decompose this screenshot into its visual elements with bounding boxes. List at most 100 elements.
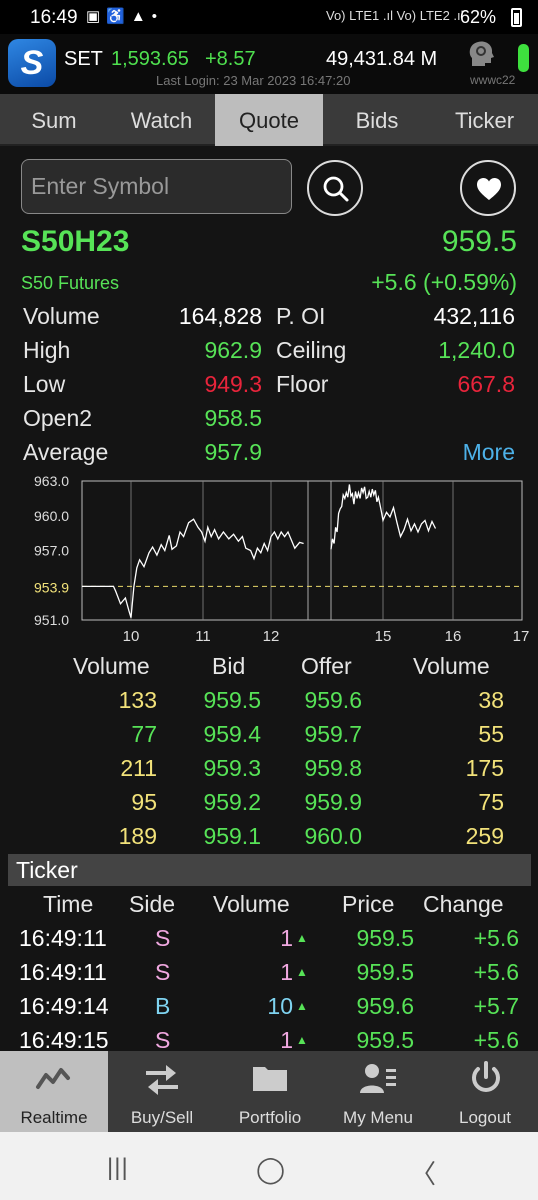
favorite-button[interactable] [460, 160, 516, 216]
warning-icon: ▲ [130, 8, 152, 25]
image-icon: ▣ [86, 8, 107, 25]
ticker-section-title: Ticker [8, 854, 531, 886]
quote-last-price: 959.5 [441, 225, 517, 258]
nav-buy-sell[interactable]: Buy/Sell [108, 1051, 216, 1132]
system-navigation-bar: ||| ◯ 〈 [0, 1132, 538, 1200]
bid-volume-cell: 133 [118, 687, 157, 713]
index-name: SET [64, 48, 103, 70]
tab-sum[interactable]: Sum [0, 94, 108, 146]
app-header: S SET 1,593.65 +8.57 49,431.84 M Last Lo… [0, 34, 538, 94]
floor-label: Floor [276, 371, 329, 397]
nav-realtime-label: Realtime [20, 1108, 88, 1127]
ticker-volume-cell: 10 [267, 993, 293, 1019]
ticker-volume-cell: 1 [280, 925, 293, 951]
nav-portfolio-label: Portfolio [238, 1108, 302, 1127]
offer-volume-cell: 259 [465, 823, 504, 849]
x-tick-label: 15 [375, 628, 392, 645]
app-logo: S [8, 39, 56, 87]
ticker-price-cell: 959.5 [356, 959, 414, 985]
notification-icons: ▣♿▲• [86, 7, 163, 25]
bid-volume-cell: 95 [131, 789, 157, 815]
power-icon [472, 1061, 500, 1092]
battery-icon [511, 8, 522, 27]
username: wwwc22 [470, 73, 516, 87]
bid-header: Bid [212, 653, 246, 679]
nav-logout[interactable]: Logout [432, 1051, 538, 1132]
low-label: Low [23, 371, 66, 397]
heart-icon [477, 178, 501, 200]
bottom-navigation: Realtime Buy/Sell Portfolio My Menu Logo… [0, 1051, 538, 1132]
average-value: 957.9 [204, 439, 262, 465]
user-head-icon[interactable] [466, 40, 496, 68]
symbol-input[interactable] [21, 159, 292, 214]
index-change: +8.57 [205, 48, 256, 70]
bid-price-cell: 959.1 [203, 823, 261, 849]
prior-close-label: 953.9 [34, 579, 69, 595]
ticker-volume-cell: 1 [280, 1027, 293, 1053]
ticker-volume-cell: 1 [280, 959, 293, 985]
tab-bids[interactable]: Bids [323, 94, 431, 146]
y-tick-label: 951.0 [34, 612, 69, 628]
open2-label: Open2 [23, 405, 93, 431]
tab-ticker[interactable]: Ticker [431, 94, 538, 146]
volume-label: Volume [23, 303, 100, 329]
nav-my-menu-label: My Menu [343, 1108, 413, 1127]
ticker-price-cell: 959.5 [356, 925, 414, 951]
main-tabs: Sum Watch Quote Bids Ticker [0, 94, 538, 146]
y-tick-label: 960.0 [34, 508, 69, 524]
ticker-price-cell: 959.6 [356, 993, 414, 1019]
recents-button[interactable]: ||| [107, 1154, 129, 1182]
nav-my-menu[interactable]: My Menu [324, 1051, 432, 1132]
bid-price-cell: 959.4 [203, 721, 261, 747]
search-button[interactable] [307, 160, 363, 216]
ticker-volume-header: Volume [213, 891, 290, 917]
user-menu-icon [360, 1064, 396, 1093]
price-series-line [82, 518, 304, 618]
index-value: 1,593.65 [111, 48, 189, 70]
chart-frame [81, 480, 523, 621]
ticker-up-arrow-icon: ▲ [296, 1033, 308, 1047]
x-tick-label: 16 [445, 628, 462, 645]
network-indicators: Vo) LTE1 .ıl Vo) LTE2 .ıl [326, 8, 464, 23]
status-time: 16:49 [30, 7, 78, 28]
poi-label: P. OI [276, 303, 326, 329]
bid-price-cell: 959.5 [203, 687, 261, 713]
nav-realtime[interactable]: Realtime [0, 1051, 108, 1132]
x-tick-label: 11 [195, 628, 211, 645]
offer-volume-cell: 75 [478, 789, 504, 815]
ticker-change-header: Change [423, 891, 504, 917]
ticker-side-cell: B [155, 993, 171, 1019]
volume-value: 164,828 [178, 303, 262, 329]
last-login: Last Login: 23 Mar 2023 16:47:20 [156, 73, 351, 88]
ticker-time-header: Time [43, 891, 94, 917]
offer-price-cell: 959.7 [304, 721, 362, 747]
search-icon [323, 176, 349, 202]
back-button[interactable]: 〈 [410, 1154, 436, 1191]
x-tick-label: 10 [123, 628, 140, 645]
x-tick-label: 17 [513, 628, 530, 645]
more-link[interactable]: More [463, 439, 515, 466]
battery-percent: 62% [460, 7, 497, 27]
status-bar: 16:49 ▣♿▲• Vo) LTE1 .ıl Vo) LTE2 .ıl 62% [0, 0, 538, 34]
ticker-price-header: Price [342, 891, 395, 917]
ticker-up-arrow-icon: ▲ [296, 965, 308, 979]
dot-icon: • [151, 8, 163, 25]
poi-value: 432,116 [433, 303, 515, 329]
low-value: 949.3 [204, 371, 262, 397]
tab-quote[interactable]: Quote [215, 94, 323, 146]
tab-watch[interactable]: Watch [108, 94, 215, 146]
nav-logout-label: Logout [459, 1108, 511, 1127]
ticker-up-arrow-icon: ▲ [296, 999, 308, 1013]
quote-change: +5.6 (+0.59%) [371, 269, 517, 295]
ticker-time-cell: 16:49:15 [19, 1027, 109, 1053]
offer-price-cell: 959.6 [304, 687, 362, 713]
connection-indicator [518, 44, 529, 72]
index-turnover: 49,431.84 M [326, 48, 438, 70]
offer-price-cell: 959.9 [304, 789, 362, 815]
bid-volume-cell: 189 [118, 823, 157, 849]
x-tick-label: 12 [263, 628, 280, 645]
home-button[interactable]: ◯ [256, 1154, 285, 1185]
ticker-time-cell: 16:49:11 [19, 959, 107, 985]
nav-portfolio[interactable]: Portfolio [216, 1051, 324, 1132]
ticker-up-arrow-icon: ▲ [296, 931, 308, 945]
